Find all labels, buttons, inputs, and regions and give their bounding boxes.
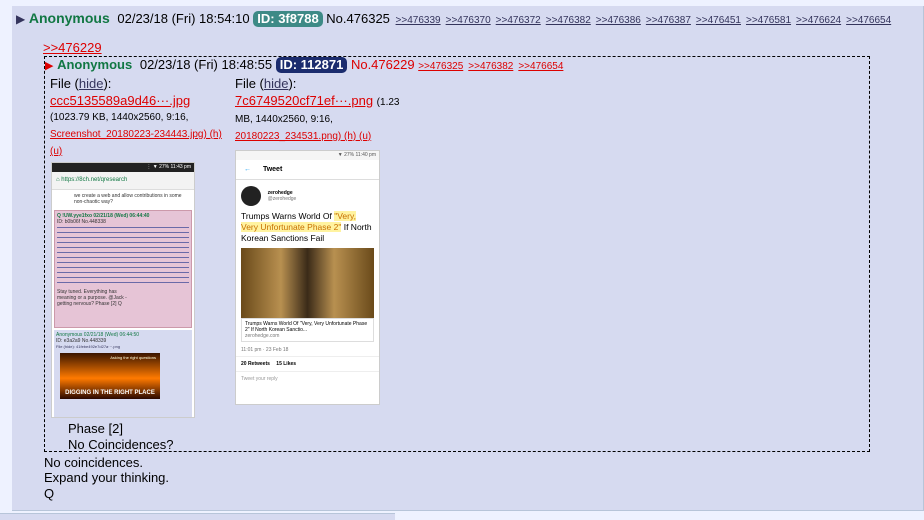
tweet-time: 11:01 pm · 23 Feb 18 bbox=[236, 342, 379, 357]
inline-poster-name: Anonymous bbox=[57, 57, 133, 72]
poster-name: Anonymous bbox=[28, 10, 110, 26]
file-meta-inline: (1.23 bbox=[376, 97, 400, 108]
thumb-caption-bottom: DIGGING IN THE RIGHT PLACE bbox=[65, 390, 155, 396]
inline-poster-id-badge[interactable]: ID: 112871 bbox=[275, 57, 348, 73]
card-title: Trumps Warns World Of "Very, Very Unfort… bbox=[245, 321, 368, 333]
thumb-url: https://8ch.net/qresearch bbox=[61, 177, 128, 183]
file-label: File ( bbox=[50, 76, 79, 91]
hide-file-link[interactable]: hide bbox=[264, 76, 289, 91]
file-original-name-link[interactable]: Screenshot_20180223-234443.jpg) (h) bbox=[50, 129, 222, 140]
post-body-line-2: Expand your thinking. bbox=[44, 470, 170, 485]
post-date: 02/23/18 (Fri) 18:54:10 bbox=[117, 11, 250, 26]
tweet-text-pre: Trumps Warns World Of bbox=[241, 211, 335, 221]
backlink[interactable]: >>476624 bbox=[796, 15, 841, 26]
retweet-count: 20 Retweets bbox=[241, 361, 270, 367]
author-avatar bbox=[241, 186, 261, 206]
inline-quoted-post: ▶ Anonymous 02/23/18 (Fri) 18:48:55 ID: … bbox=[44, 56, 870, 452]
tweet-reply-prompt: Tweet your reply bbox=[241, 376, 278, 382]
thumb2-status-bar: ▼ 27% 11:40 pm bbox=[236, 151, 379, 160]
backlink[interactable]: >>476382 bbox=[546, 15, 591, 26]
backlinks: >>476339 >>476370 >>476372 >>476382 >>476386… bbox=[396, 11, 897, 26]
backlink[interactable]: >>476386 bbox=[596, 15, 641, 26]
inline-backlinks: >>476325 >>476382 >>476654 bbox=[418, 57, 568, 72]
tweet-author: zerohedge @zerohedge bbox=[236, 180, 379, 206]
file-unix-link[interactable]: (u) bbox=[50, 146, 62, 157]
tweet-card: Trumps Warns World Of "Very, Very Unfort… bbox=[241, 318, 374, 342]
backlink[interactable]: >>476451 bbox=[696, 15, 741, 26]
backlink[interactable]: >>476654 bbox=[846, 15, 891, 26]
post-body-line-3: Q bbox=[44, 486, 55, 501]
file-info-2: File (hide): 7c6749520cf71ef···.png (1.2… bbox=[235, 75, 415, 145]
file-label: File ( bbox=[235, 76, 264, 91]
thumb-status-bar: ⋮ ▼ 27% 11:43 pm bbox=[52, 163, 194, 172]
author-handle: @zerohedge bbox=[267, 196, 297, 202]
backlink[interactable]: >>476325 bbox=[418, 61, 463, 72]
file-meta: MB, 1440x2560, 9:16, bbox=[235, 114, 333, 125]
backlink[interactable]: >>476581 bbox=[746, 15, 791, 26]
image-thumbnail-1[interactable]: ⋮ ▼ 27% 11:43 pm ⌂ https://8ch.net/qrese… bbox=[51, 162, 195, 418]
post-menu-arrow-icon[interactable]: ▶ bbox=[16, 12, 25, 26]
backlink[interactable]: >>476654 bbox=[518, 61, 563, 72]
backlink[interactable]: >>476339 bbox=[396, 15, 441, 26]
card-domain: zerohedge.com bbox=[245, 333, 280, 339]
post: ▶ Anonymous 02/23/18 (Fri) 18:54:10 ID: … bbox=[12, 6, 924, 511]
inline-post-number[interactable]: No.476229 bbox=[351, 57, 415, 72]
file-label-close: ): bbox=[288, 76, 297, 91]
image-thumbnail-2[interactable]: ▼ 27% 11:40 pm ← Tweet zerohedge @zerohe… bbox=[235, 150, 380, 405]
poster-id-badge[interactable]: ID: 3f8788 bbox=[253, 11, 323, 27]
file-original-name-link[interactable]: 20180223_234531.png) (h) (u) bbox=[235, 131, 371, 142]
backlink[interactable]: >>476387 bbox=[646, 15, 691, 26]
quote-link[interactable]: >>476229 bbox=[43, 40, 102, 55]
tweet-stats: 20 Retweets 15 Likes bbox=[236, 357, 379, 372]
backlink[interactable]: >>476372 bbox=[496, 15, 541, 26]
post-body-line-1: No coincidences. bbox=[44, 455, 143, 470]
inline-body-line-2: No Coincidences? bbox=[68, 437, 174, 452]
thumb-intro: we create a web and allow contributions … bbox=[74, 193, 182, 205]
inline-post-date: 02/23/18 (Fri) 18:48:55 bbox=[139, 57, 273, 72]
thumb-q-text: Stay tuned. Everything has meaning or a … bbox=[57, 289, 127, 307]
hide-file-link[interactable]: hide bbox=[79, 76, 104, 91]
post-number[interactable]: No.476325 bbox=[326, 11, 390, 26]
backlink[interactable]: >>476370 bbox=[446, 15, 491, 26]
backlink[interactable]: >>476382 bbox=[468, 61, 513, 72]
thumb2-header-title: Tweet bbox=[262, 166, 283, 173]
file-name-link[interactable]: ccc5135589a9d46···.jpg bbox=[50, 93, 190, 108]
thumb-caption-top: Asking the right questions bbox=[110, 355, 156, 360]
inline-arrow-icon[interactable]: ▶ bbox=[45, 60, 53, 72]
thumb2-header: ← Tweet bbox=[236, 160, 379, 180]
file-info-1: File (hide): ccc5135589a9d46···.jpg (102… bbox=[50, 75, 230, 160]
thumb-url-bar: ⌂ https://8ch.net/qresearch bbox=[52, 172, 194, 190]
thumb-sunset-image: Asking the right questions DIGGING IN TH… bbox=[60, 353, 160, 399]
thumb-anon-file: File (hide): 41febe492e7d27a···.png bbox=[56, 344, 121, 349]
file-meta: (1023.79 KB, 1440x2560, 9:16, bbox=[50, 112, 189, 123]
back-arrow-icon: ← bbox=[244, 166, 251, 173]
tweet-text: Trumps Warns World Of "Very, Very Unfort… bbox=[236, 206, 379, 244]
thumb-q-post: Q !UW.yye1fxo 02/21/18 (Wed) 06:44:40 ID… bbox=[54, 210, 192, 328]
post-header: ▶ Anonymous 02/23/18 (Fri) 18:54:10 ID: … bbox=[16, 10, 896, 27]
inline-body-line-1: Phase [2] bbox=[68, 421, 123, 436]
file-label-close: ): bbox=[103, 76, 112, 91]
thumb-anon-post: Anonymous 02/21/18 (Wed) 06:44:50 ID: e3… bbox=[54, 330, 192, 417]
tweet-photo bbox=[241, 248, 374, 318]
like-count: 15 Likes bbox=[276, 361, 297, 367]
file-name-link[interactable]: 7c6749520cf71ef···.png bbox=[235, 93, 373, 108]
thumb-link-lines bbox=[57, 225, 189, 283]
inline-post-header: ▶ Anonymous 02/23/18 (Fri) 18:48:55 ID: … bbox=[45, 57, 568, 73]
